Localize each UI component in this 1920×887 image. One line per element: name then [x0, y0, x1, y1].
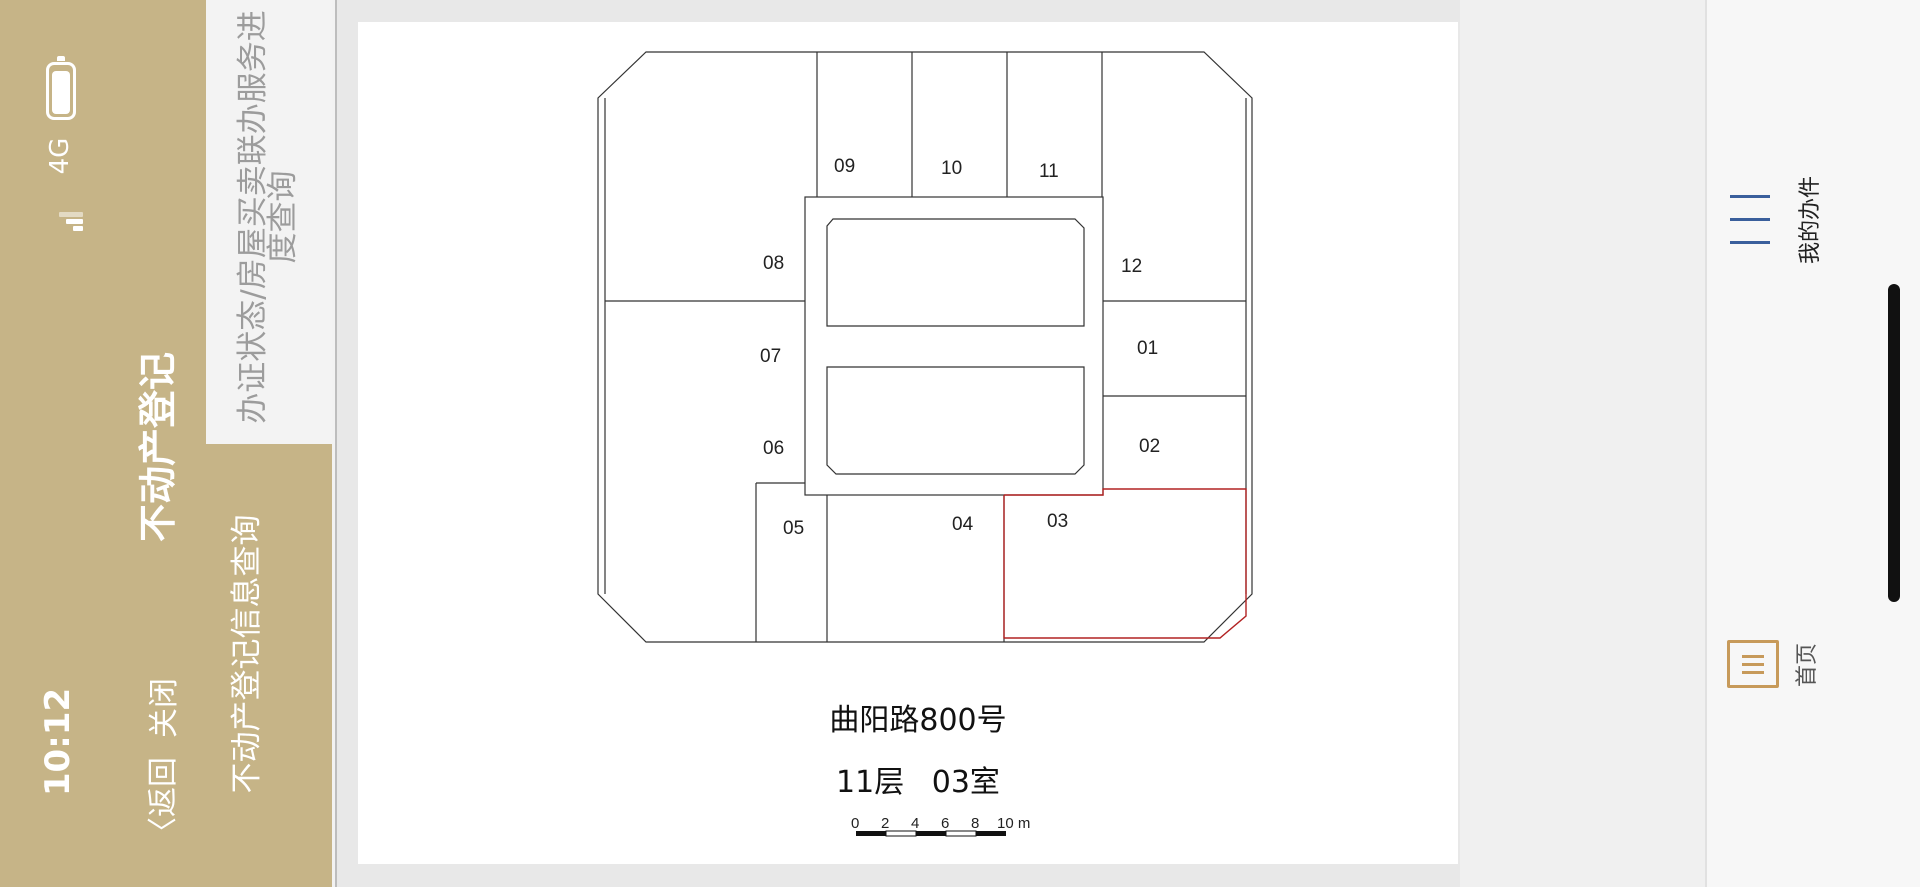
battery-icon — [46, 56, 76, 120]
menu-item-progress-query[interactable]: 办证状态/房屋买卖联办服务进度查询 — [206, 0, 332, 444]
tab-home[interactable]: 首页 — [1793, 640, 1823, 690]
network-label: 4G — [45, 137, 75, 175]
room-label: 08 — [763, 253, 784, 274]
room-label: 12 — [1121, 256, 1142, 277]
home-icon[interactable] — [1727, 640, 1779, 688]
floor-plan-viewer: 01 02 03 04 05 06 07 08 09 10 11 12 0 2 … — [335, 0, 1462, 887]
menu-lines-icon[interactable] — [1730, 195, 1770, 245]
close-button[interactable]: 关闭 — [145, 668, 185, 748]
side-menu: 办证状态/房屋买卖联办服务进度查询 不动产登记信息查询 — [206, 0, 332, 887]
scale-label: 4 — [911, 815, 919, 832]
scale-label: 0 — [851, 815, 859, 832]
page-title: 不动产登记 — [136, 352, 180, 543]
room-label: 06 — [763, 438, 784, 459]
highlighted-room-03 — [1003, 488, 1247, 639]
header-bar: 10:12 4G 不动产登记 关闭 〈返回 — [0, 0, 206, 887]
scale-label: 8 — [971, 815, 979, 832]
core-block — [804, 196, 1104, 496]
scale-label: 6 — [941, 815, 949, 832]
status-time: 10:12 — [38, 687, 78, 797]
scale-label: 10 m — [997, 815, 1030, 832]
room-label: 03 — [1047, 511, 1068, 532]
tab-my-tasks[interactable]: 我的办件 — [1796, 175, 1826, 265]
menu-item-label: 不动产登记信息查询 — [229, 514, 265, 794]
menu-item-info-query[interactable]: 不动产登记信息查询 — [206, 444, 332, 887]
scale-bar: 0 2 4 6 8 10 m — [851, 815, 1030, 837]
home-indicator — [1888, 284, 1900, 602]
menu-item-label: 办证状态/房屋买卖联办服务进度查询 — [235, 10, 301, 424]
room-label: 04 — [952, 514, 974, 535]
room-label: 07 — [760, 346, 781, 367]
floor-room-text: 11层 03室 — [836, 765, 1000, 800]
floor-plan-card: 01 02 03 04 05 06 07 08 09 10 11 12 0 2 … — [358, 22, 1458, 864]
address-text: 曲阳路800号 — [829, 703, 1007, 738]
signal-icon — [43, 209, 83, 231]
room-label: 09 — [834, 156, 855, 177]
room-label: 11 — [1039, 161, 1059, 182]
room-label: 05 — [783, 518, 804, 539]
room-label: 10 — [941, 158, 962, 179]
elevator-shaft-lower — [826, 366, 1085, 475]
room-label: 01 — [1137, 338, 1158, 359]
scale-label: 2 — [881, 815, 889, 832]
back-button[interactable]: 〈返回 — [144, 742, 184, 862]
room-label: 02 — [1139, 436, 1160, 457]
elevator-shaft-upper — [826, 218, 1085, 327]
